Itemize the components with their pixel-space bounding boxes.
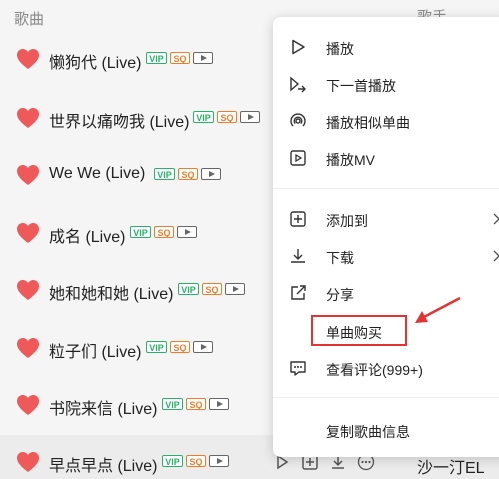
mv-play-icon[interactable] <box>177 226 197 238</box>
annotation-arrow-icon <box>415 296 461 323</box>
column-header-song[interactable]: 歌曲 <box>14 8 44 29</box>
mv-play-icon[interactable] <box>225 283 245 295</box>
menu-item-view-comments[interactable]: 查看评论(999+) <box>273 350 499 386</box>
song-title[interactable]: 粒子们 (Live) <box>49 338 141 362</box>
menu-item-label: 复制歌曲信息 <box>326 424 410 440</box>
menu-item-label: 下载 <box>326 250 354 266</box>
menu-divider <box>273 397 499 398</box>
sq-badge: SQ <box>186 455 206 467</box>
song-title[interactable]: 懒狗代 (Live) <box>49 49 141 73</box>
badge-group: VIP SQ <box>162 398 229 412</box>
heart-icon[interactable] <box>16 222 40 244</box>
mv-play-icon[interactable] <box>240 111 260 123</box>
annotation-highlight-box <box>311 315 407 346</box>
heart-icon[interactable] <box>16 48 40 70</box>
song-title[interactable]: 她和她和她 (Live) <box>49 280 173 304</box>
heart-icon[interactable] <box>16 451 40 473</box>
menu-item-play-mv[interactable]: 播放MV <box>273 140 499 176</box>
mv-play-icon[interactable] <box>193 341 213 353</box>
badge-group: VIP SQ <box>193 111 260 125</box>
menu-divider <box>273 188 499 189</box>
heart-icon[interactable] <box>16 279 40 301</box>
heart-icon[interactable] <box>16 394 40 416</box>
vip-badge: VIP <box>146 52 167 64</box>
vip-badge: VIP <box>162 398 183 410</box>
mv-play-icon[interactable] <box>193 52 213 64</box>
menu-item-label: 播放 <box>326 41 354 57</box>
sq-badge: SQ <box>154 226 174 238</box>
chevron-right-icon <box>493 213 499 225</box>
badge-group: VIP SQ <box>130 226 197 240</box>
song-artist[interactable]: 沙一汀EL <box>417 454 485 478</box>
menu-item-label: 添加到 <box>326 213 368 229</box>
menu-item-play-next[interactable]: 下一首播放 <box>273 66 499 102</box>
play-icon <box>292 39 305 55</box>
chevron-right-icon <box>493 250 499 262</box>
vip-badge: VIP <box>178 283 199 295</box>
add-icon <box>290 211 306 227</box>
vip-badge: VIP <box>146 341 167 353</box>
menu-item-label: 查看评论(999+) <box>326 362 423 378</box>
song-title[interactable]: We We (Live) <box>49 165 145 183</box>
menu-item-play-similar[interactable]: 播放相似单曲 <box>273 103 499 139</box>
play-next-icon <box>290 76 306 93</box>
download-icon <box>291 249 305 263</box>
mv-play-icon[interactable] <box>209 455 229 467</box>
heart-icon[interactable] <box>16 337 40 359</box>
sq-badge: SQ <box>178 168 198 180</box>
mv-icon <box>290 150 306 166</box>
context-menu: 播放 下一首播放 播放相似单曲 播放MV 添加到 下载 分享 单曲购买 查看评论… <box>273 17 499 457</box>
song-title[interactable]: 早点早点 (Live) <box>49 452 157 476</box>
vip-badge: VIP <box>154 168 175 180</box>
vip-badge: VIP <box>162 455 183 467</box>
song-title[interactable]: 成名 (Live) <box>49 223 125 247</box>
radio-signal-icon <box>290 113 306 127</box>
menu-item-label: 播放相似单曲 <box>326 115 410 131</box>
vip-badge: VIP <box>130 226 151 238</box>
badge-group: VIP SQ <box>146 341 213 355</box>
menu-item-add-to[interactable]: 添加到 <box>273 201 499 237</box>
badge-group: VIP SQ <box>178 283 245 297</box>
mv-play-icon[interactable] <box>209 398 229 410</box>
menu-item-label: 播放MV <box>326 152 375 168</box>
share-icon <box>291 285 306 300</box>
badge-group: VIP SQ <box>146 52 213 66</box>
song-title[interactable]: 世界以痛吻我 (Live) <box>49 108 189 132</box>
sq-badge: SQ <box>170 341 190 353</box>
badge-group: VIP SQ <box>162 455 229 469</box>
menu-item-download[interactable]: 下载 <box>273 238 499 274</box>
sq-badge: SQ <box>217 111 237 123</box>
heart-icon[interactable] <box>16 164 40 186</box>
badge-group: VIP SQ <box>154 168 221 182</box>
comment-icon <box>290 361 306 376</box>
sq-badge: SQ <box>170 52 190 64</box>
menu-item-copy-info[interactable]: 复制歌曲信息 <box>273 412 499 448</box>
menu-item-play[interactable]: 播放 <box>273 29 499 65</box>
song-title[interactable]: 书院来信 (Live) <box>49 395 157 419</box>
sq-badge: SQ <box>186 398 206 410</box>
menu-item-label: 分享 <box>326 287 354 303</box>
heart-icon[interactable] <box>16 107 40 129</box>
menu-item-share[interactable]: 分享 <box>273 275 499 311</box>
mv-play-icon[interactable] <box>201 168 221 180</box>
sq-badge: SQ <box>202 283 222 295</box>
vip-badge: VIP <box>193 111 214 123</box>
menu-item-label: 下一首播放 <box>326 78 396 94</box>
